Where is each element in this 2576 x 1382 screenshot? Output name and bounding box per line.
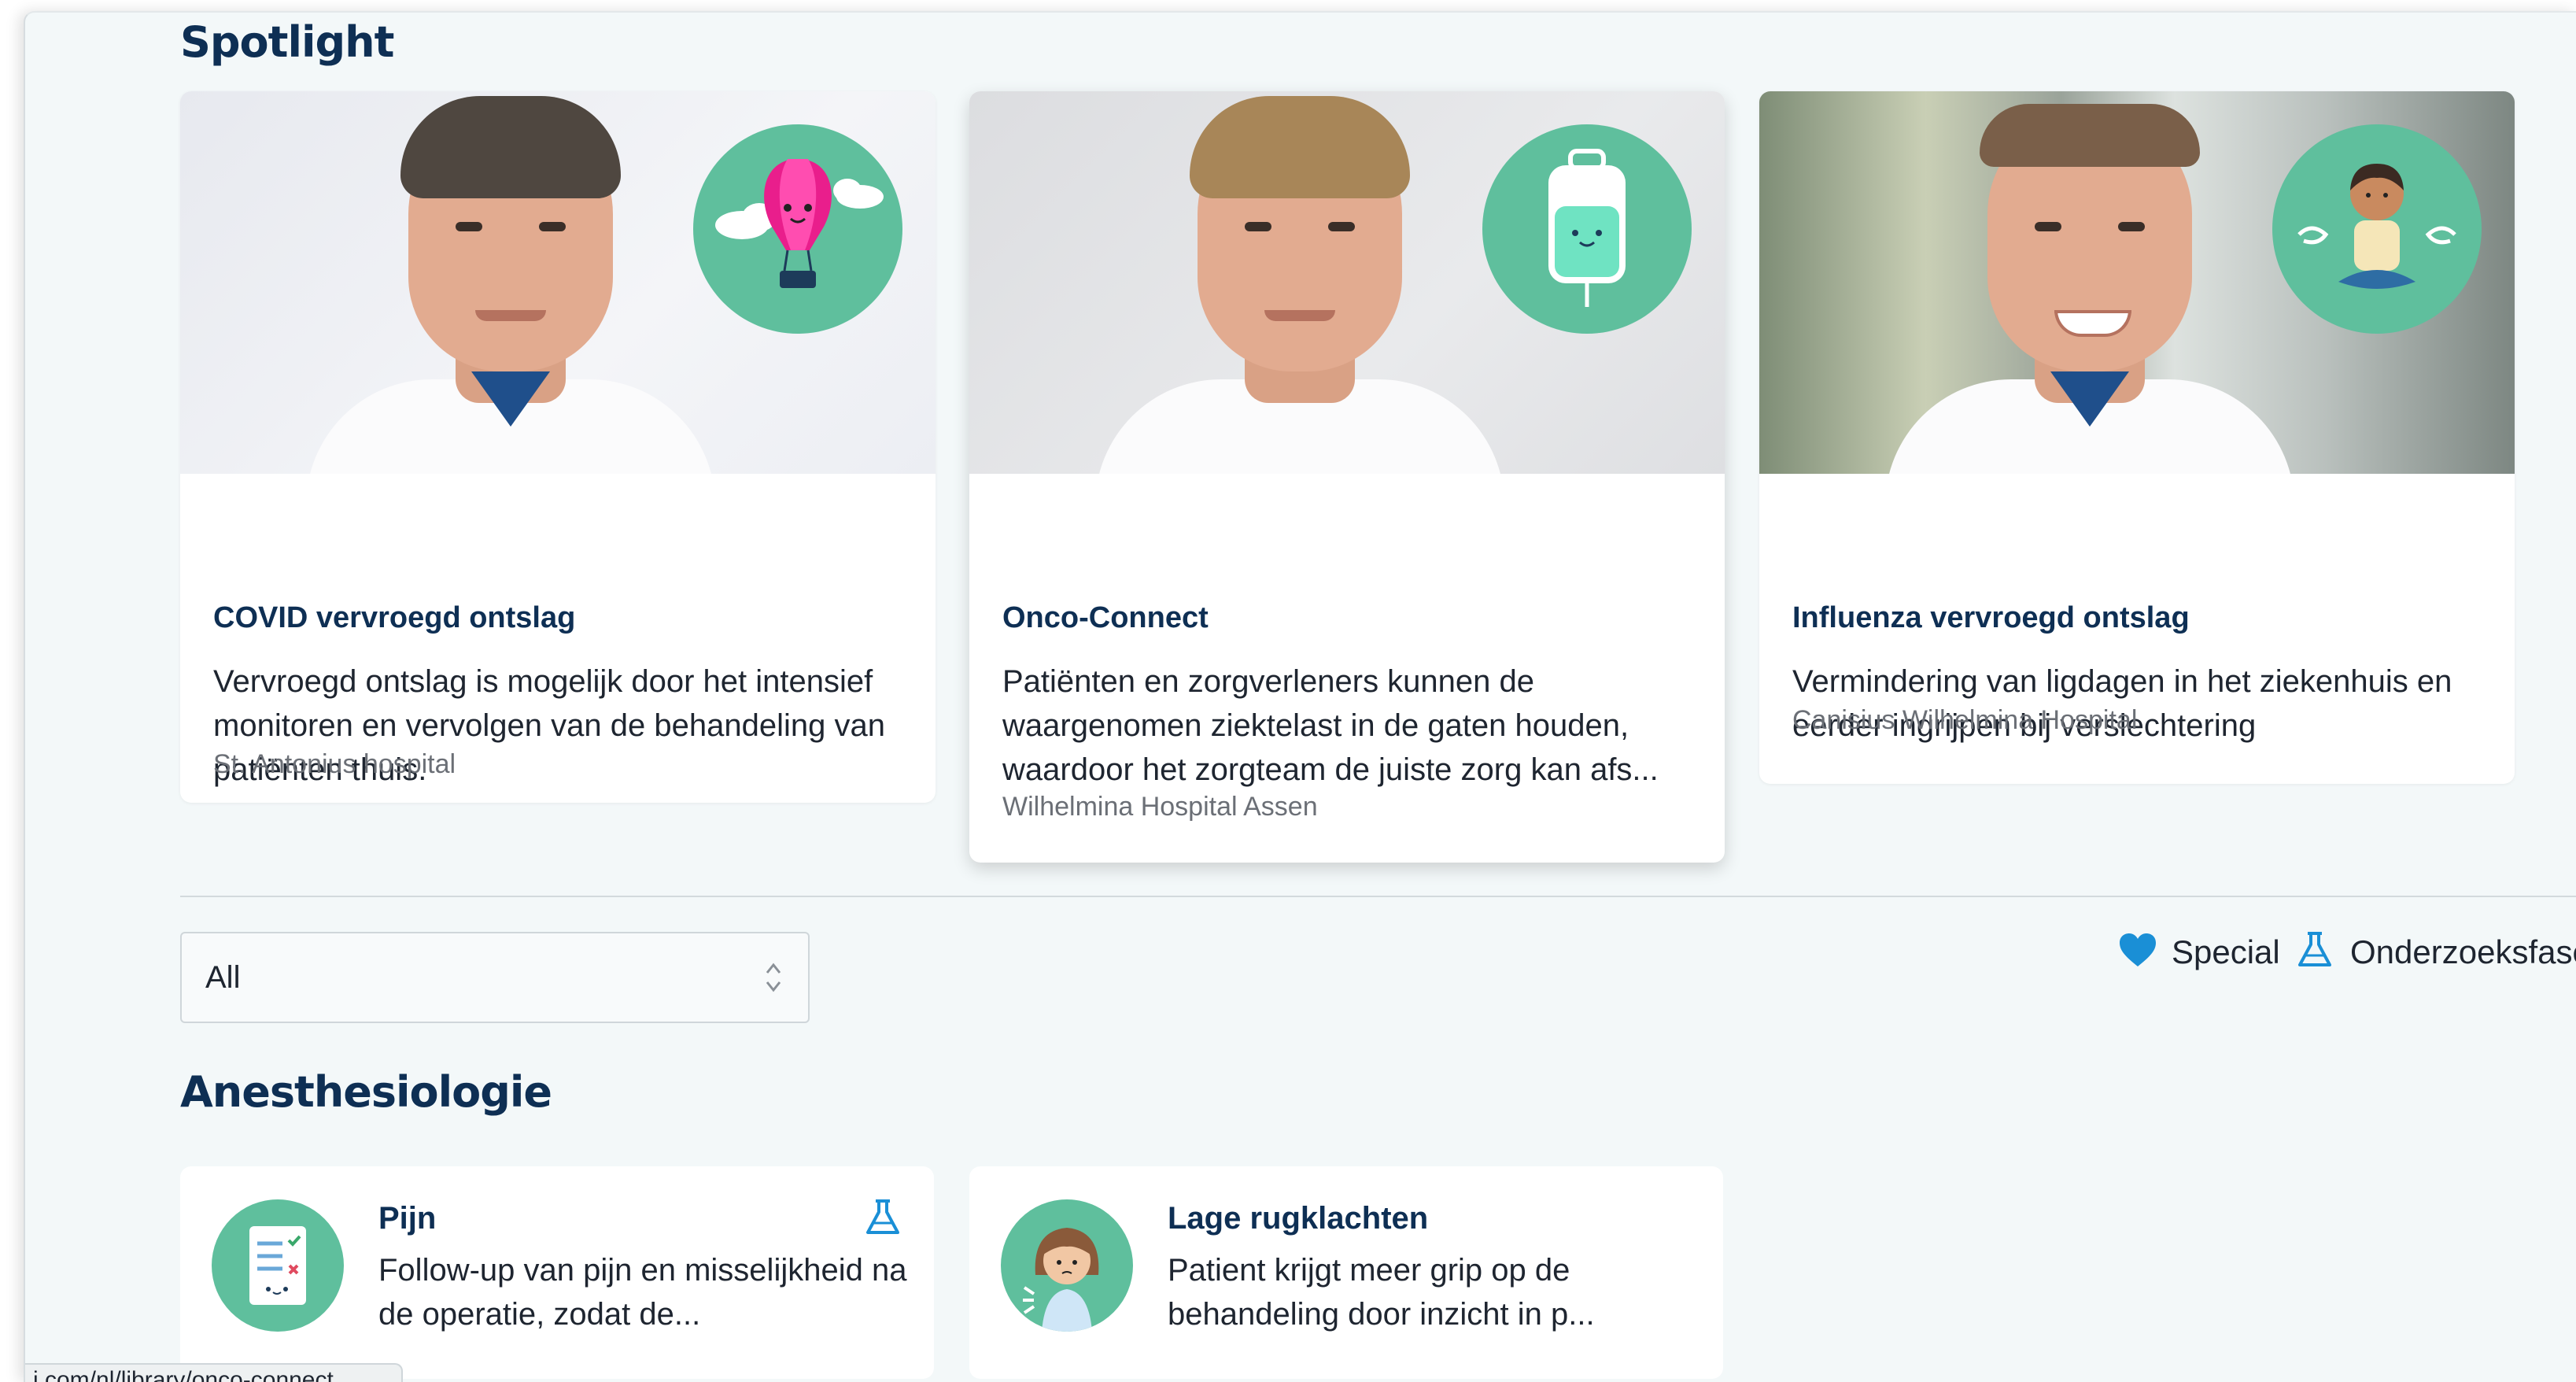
- doctor-photo: [1759, 91, 2515, 474]
- spotlight-card-influenza[interactable]: Influenza vervroegd ontslag Vermindering…: [1759, 91, 2515, 784]
- treatment-card-pijn[interactable]: Pijn Follow-up van pijn en misselijkheid…: [180, 1166, 934, 1379]
- doctor-portrait: [1079, 96, 1520, 474]
- browser-window: Spotlight COVID vervroegd ontslag Vervro…: [24, 11, 2576, 1382]
- legend-research-label: Onderzoeksfase: [2350, 933, 2576, 970]
- select-value: All: [205, 960, 241, 995]
- treatment-card-lage-rugklachten[interactable]: Lage rugklachten Patient krijgt meer gri…: [969, 1166, 1723, 1379]
- card-source: Canisius Wilhelmina Hospital: [1792, 705, 2138, 735]
- hot-air-balloon-icon: [693, 124, 902, 334]
- card-description: Patient krijgt meer grip op de behandeli…: [1168, 1253, 1595, 1332]
- card-source: St. Antonius hospital: [213, 749, 456, 779]
- card-title[interactable]: Lage rugklachten: [1168, 1201, 1428, 1236]
- card-title[interactable]: Influenza vervroegd ontslag: [1792, 601, 2190, 635]
- doctor-photo: [969, 91, 1725, 474]
- card-description: Follow-up van pijn en misselijkheid na d…: [378, 1253, 907, 1332]
- checklist-icon: [212, 1199, 344, 1332]
- card-title[interactable]: Onco-Connect: [1002, 601, 1209, 635]
- iv-bag-icon: [1482, 124, 1692, 334]
- spotlight-card-onco-connect[interactable]: Onco-Connect Patiënten en zorgverleners …: [969, 91, 1725, 863]
- page-content: Spotlight COVID vervroegd ontslag Vervro…: [25, 13, 2576, 1382]
- select-arrows-icon: [762, 954, 784, 1001]
- doctor-portrait: [1869, 104, 2310, 474]
- status-bar-url: i.com/nl/library/onco-connect: [25, 1363, 403, 1382]
- flask-icon: [2295, 930, 2334, 974]
- card-source: Wilhelmina Hospital Assen: [1002, 792, 1318, 822]
- spotlight-heading: Spotlight: [180, 17, 394, 67]
- doctor-photo: [180, 91, 936, 474]
- section-divider: [180, 896, 2576, 897]
- specialty-filter-select[interactable]: All: [180, 932, 810, 1023]
- spotlight-card-covid[interactable]: COVID vervroegd ontslag Vervroegd ontsla…: [180, 91, 936, 803]
- anesthesiology-heading: Anesthesiologie: [180, 1067, 552, 1117]
- heart-icon: [2118, 932, 2157, 972]
- legend-special-label: Special: [2172, 933, 2280, 970]
- card-title[interactable]: COVID vervroegd ontslag: [213, 601, 575, 635]
- doctor-portrait: [290, 96, 731, 474]
- card-description: Patiënten en zorgverleners kunnen de waa…: [1002, 664, 1659, 787]
- back-pain-avatar-icon: [1001, 1199, 1133, 1332]
- meditating-person-icon: [2272, 124, 2482, 334]
- card-title[interactable]: Pijn: [378, 1201, 436, 1236]
- flask-icon: [863, 1198, 902, 1237]
